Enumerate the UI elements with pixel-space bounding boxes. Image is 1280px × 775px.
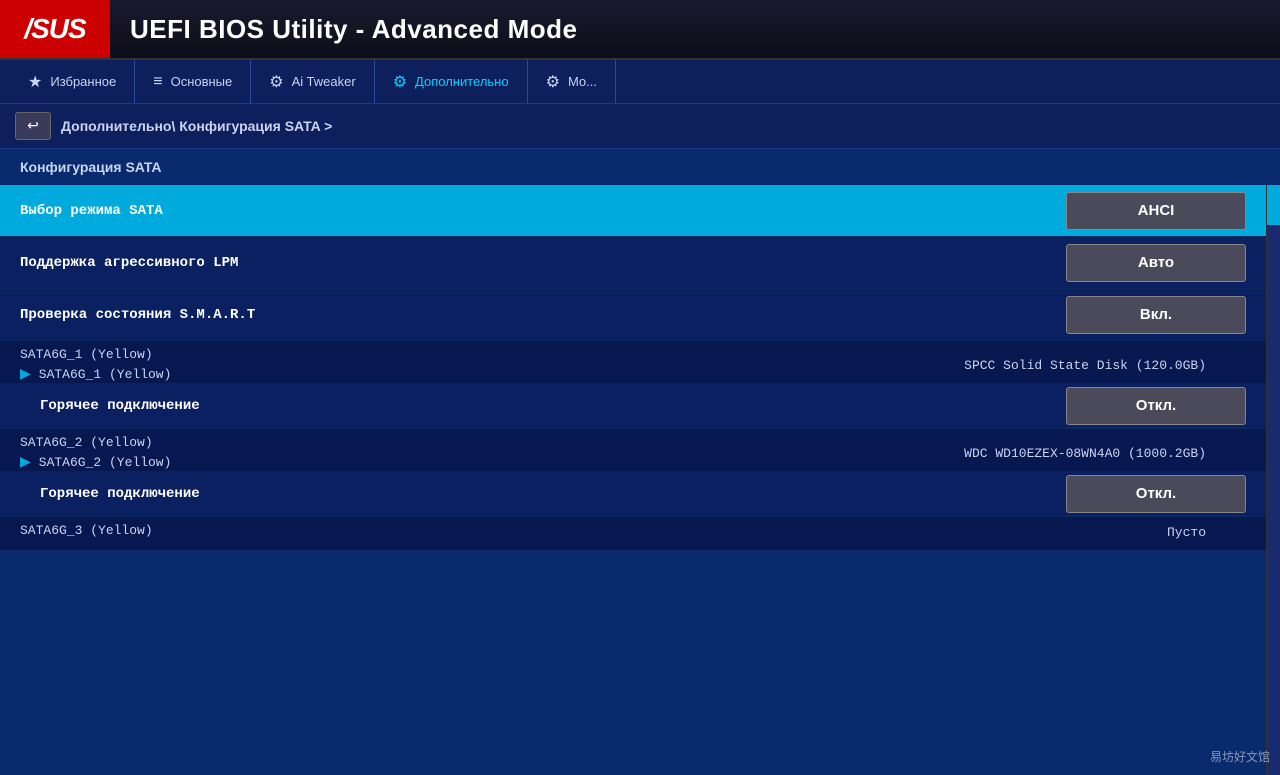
back-button[interactable]: ↩: [15, 112, 51, 140]
sata2-hotplug-row[interactable]: Горячее подключение Откл.: [0, 471, 1266, 517]
sata3-disk-info: Пусто: [1167, 525, 1226, 540]
page-title: Конфигурация SATA: [0, 149, 1280, 185]
sata2-arrow-icon: ▶: [20, 454, 31, 471]
sata1-device-row: ▶ SATA6G_1 (Yellow): [20, 366, 964, 383]
sata-mode-label: Выбор режима SATA: [20, 203, 1066, 219]
nav-label-monitor: Мо...: [568, 74, 597, 89]
sata1-right: SPCC Solid State Disk (120.0GB): [964, 347, 1246, 383]
smart-label: Проверка состояния S.M.A.R.T: [20, 307, 1066, 323]
monitor-icon: ⚙: [546, 72, 560, 92]
scrollbar[interactable]: [1266, 185, 1280, 775]
list-icon: ≡: [153, 73, 162, 91]
sata2-left: SATA6G_2 (Yellow) ▶ SATA6G_2 (Yellow): [20, 435, 964, 471]
sata3-left: SATA6G_3 (Yellow): [20, 523, 1167, 542]
nav-label-ai: Ai Tweaker: [292, 74, 356, 89]
header-title: UEFI BIOS Utility - Advanced Mode: [110, 0, 597, 58]
breadcrumb: Дополнительно\ Конфигурация SATA >: [61, 118, 332, 134]
smart-value-btn[interactable]: Вкл.: [1066, 296, 1246, 334]
nav-item-ai-tweaker[interactable]: ⚙ Ai Tweaker: [251, 60, 374, 103]
sata1-hotplug-label: Горячее подключение: [20, 398, 1066, 414]
sata1-hotplug-row[interactable]: Горячее подключение Откл.: [0, 383, 1266, 429]
sata2-section: SATA6G_2 (Yellow) ▶ SATA6G_2 (Yellow) WD…: [0, 429, 1266, 471]
navbar: ★ Избранное ≡ Основные ⚙ Ai Tweaker ⚙ До…: [0, 60, 1280, 104]
sata2-port-title: SATA6G_2 (Yellow): [20, 435, 964, 450]
sata1-disk-info: SPCC Solid State Disk (120.0GB): [964, 358, 1226, 373]
scrollbar-thumb[interactable]: [1267, 185, 1280, 225]
nav-label-favorites: Избранное: [50, 74, 116, 89]
nav-item-monitor[interactable]: ⚙ Мо...: [528, 60, 616, 103]
setting-row-lpm[interactable]: Поддержка агрессивного LPM Авто: [0, 237, 1266, 289]
header: /SUS UEFI BIOS Utility - Advanced Mode: [0, 0, 1280, 60]
nav-label-advanced: Дополнительно: [415, 74, 509, 89]
nav-item-advanced[interactable]: ⚙ Дополнительно: [375, 60, 528, 103]
sata1-left: SATA6G_1 (Yellow) ▶ SATA6G_1 (Yellow): [20, 347, 964, 383]
sata1-hotplug-value-btn[interactable]: Откл.: [1066, 387, 1246, 425]
sata1-section: SATA6G_1 (Yellow) ▶ SATA6G_1 (Yellow) SP…: [0, 341, 1266, 383]
sata2-right: WDC WD10EZEX-08WN4A0 (1000.2GB): [964, 435, 1246, 471]
sata3-right: Пусто: [1167, 523, 1246, 542]
sata2-hotplug-value-btn[interactable]: Откл.: [1066, 475, 1246, 513]
breadcrumb-bar: ↩ Дополнительно\ Конфигурация SATA >: [0, 104, 1280, 149]
sata2-device-link[interactable]: SATA6G_2 (Yellow): [39, 455, 172, 470]
settings-table: Выбор режима SATA AHCI Поддержка агресси…: [0, 185, 1266, 550]
nav-label-main: Основные: [171, 74, 233, 89]
asus-logo: /SUS: [0, 0, 110, 58]
sata2-disk-info: WDC WD10EZEX-08WN4A0 (1000.2GB): [964, 446, 1226, 461]
sata3-port-title: SATA6G_3 (Yellow): [20, 523, 1167, 538]
sata1-port-title: SATA6G_1 (Yellow): [20, 347, 964, 362]
advanced-icon: ⚙: [393, 72, 407, 92]
settings-area: Выбор режима SATA AHCI Поддержка агресси…: [0, 185, 1266, 775]
lpm-value-btn[interactable]: Авто: [1066, 244, 1246, 282]
sata1-device-link[interactable]: SATA6G_1 (Yellow): [39, 367, 172, 382]
sata1-arrow-icon: ▶: [20, 366, 31, 383]
sata2-hotplug-label: Горячее подключение: [20, 486, 1066, 502]
star-icon: ★: [28, 72, 42, 92]
sata3-section: SATA6G_3 (Yellow) Пусто: [0, 517, 1266, 550]
setting-row-sata-mode[interactable]: Выбор режима SATA AHCI: [0, 185, 1266, 237]
nav-item-main[interactable]: ≡ Основные: [135, 60, 251, 103]
sata2-device-row: ▶ SATA6G_2 (Yellow): [20, 454, 964, 471]
gear-icon: ⚙: [269, 72, 283, 92]
setting-row-smart[interactable]: Проверка состояния S.M.A.R.T Вкл.: [0, 289, 1266, 341]
lpm-label: Поддержка агрессивного LPM: [20, 255, 1066, 271]
nav-item-favorites[interactable]: ★ Избранное: [10, 60, 135, 103]
main-content: Выбор режима SATA AHCI Поддержка агресси…: [0, 185, 1280, 775]
sata-mode-value-btn[interactable]: AHCI: [1066, 192, 1246, 230]
watermark: 易坊好文馆: [1210, 748, 1270, 765]
